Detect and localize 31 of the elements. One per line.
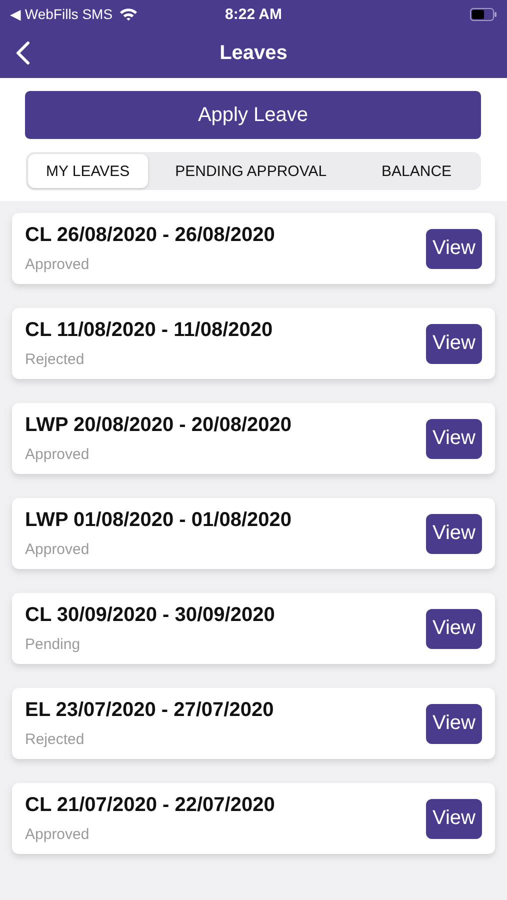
view-button[interactable]: View: [426, 514, 482, 554]
view-button[interactable]: View: [426, 418, 482, 458]
view-button[interactable]: View: [426, 704, 482, 744]
apply-leave-button[interactable]: Apply Leave: [25, 91, 481, 139]
view-button[interactable]: View: [426, 324, 482, 364]
wifi-icon: [118, 7, 138, 21]
leave-status: Approved: [25, 446, 90, 463]
leave-status: Rejected: [25, 731, 86, 748]
back-to-app-link[interactable]: ◀ WebFills SMS: [10, 6, 113, 22]
segment-tab[interactable]: MY LEAVES: [28, 154, 148, 188]
leave-dates: EL 23/07/2020 - 27/07/2020: [25, 699, 275, 722]
leave-dates: CL 30/09/2020 - 30/09/2020: [25, 604, 276, 627]
segment-tab[interactable]: BALANCE: [354, 154, 479, 188]
segment-tab[interactable]: PENDING APPROVAL: [148, 154, 354, 188]
view-button[interactable]: View: [426, 608, 482, 648]
leave-dates: LWP 01/08/2020 - 01/08/2020: [25, 509, 292, 532]
leave-dates: CL 11/08/2020 - 11/08/2020: [25, 319, 274, 342]
battery-icon: [470, 8, 497, 20]
leave-status: Approved: [25, 256, 90, 273]
leave-dates: LWP 20/08/2020 - 20/08/2020: [25, 414, 292, 437]
leave-dates: CL 26/08/2020 - 26/08/2020: [25, 224, 276, 247]
leave-status: Pending: [25, 636, 82, 653]
back-icon[interactable]: [16, 41, 30, 65]
clock-time: 8:22 AM: [225, 6, 282, 22]
leave-status: Approved: [25, 826, 90, 843]
view-button[interactable]: View: [426, 798, 482, 838]
screen-title: Leaves: [220, 42, 288, 64]
leave-dates: CL 21/07/2020 - 22/07/2020: [25, 794, 276, 817]
leave-status: Rejected: [25, 351, 86, 368]
leave-status: Approved: [25, 541, 90, 558]
view-button[interactable]: View: [426, 228, 482, 268]
